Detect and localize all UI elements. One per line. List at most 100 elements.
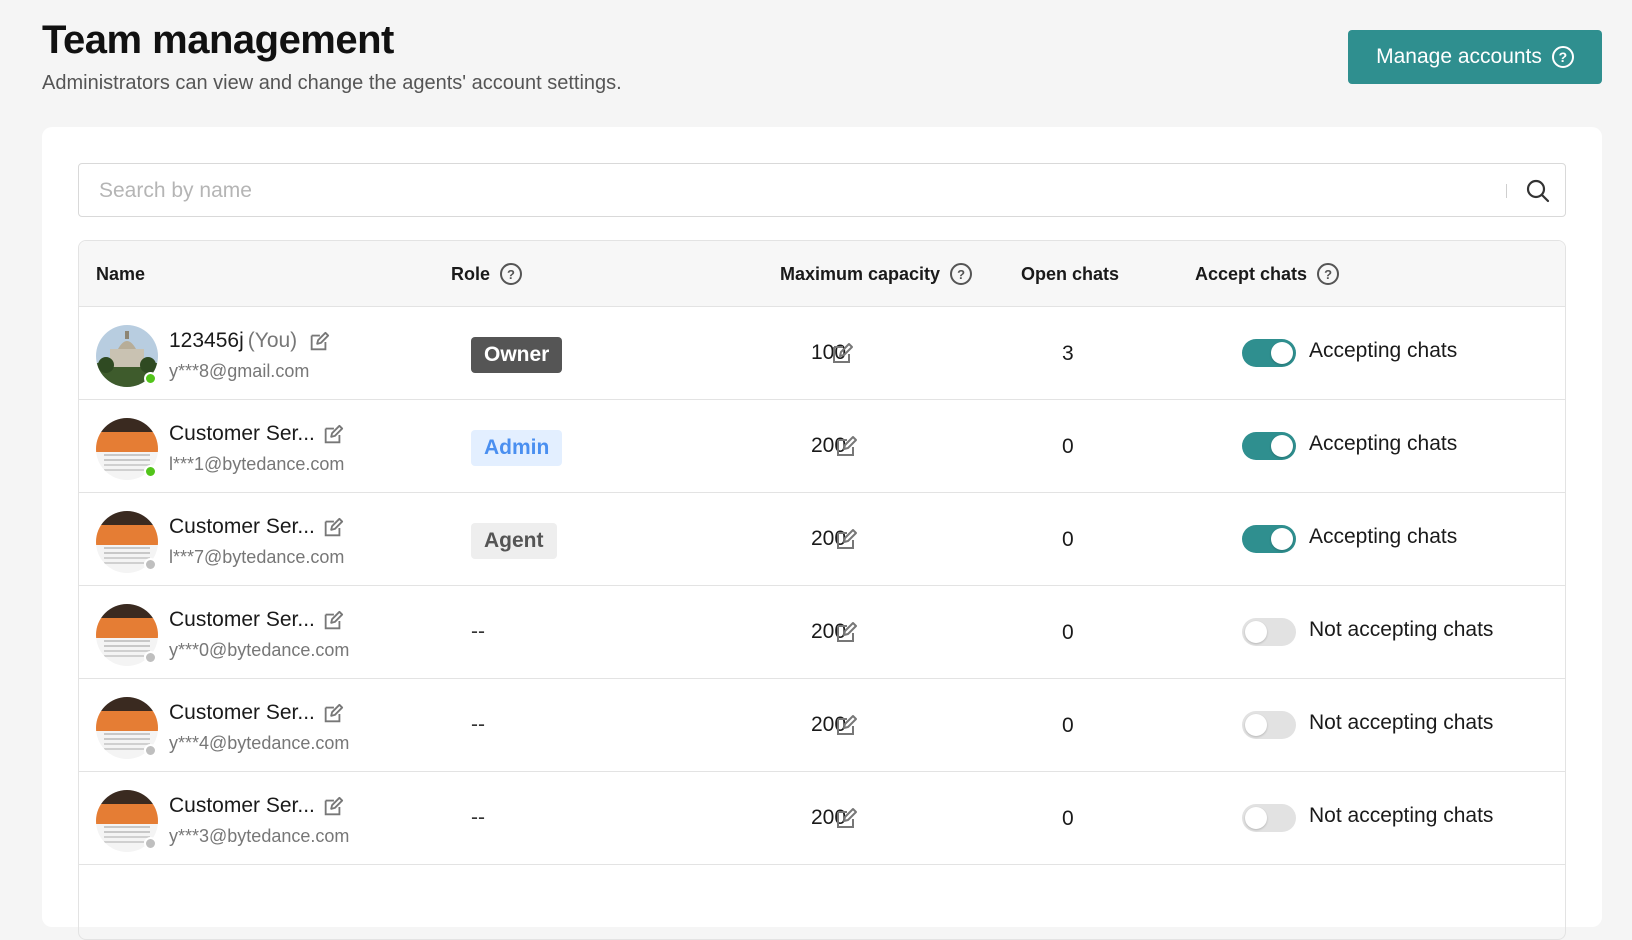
column-header-capacity: Maximum capacity ?: [780, 241, 973, 307]
open-chats-value: 0: [1062, 528, 1074, 551]
accept-chats-toggle[interactable]: [1242, 432, 1296, 460]
status-dot: [144, 837, 157, 850]
status-dot: [144, 651, 157, 664]
page-subtitle: Administrators can view and change the a…: [42, 72, 622, 94]
accept-chats-toggle[interactable]: [1242, 525, 1296, 553]
open-chats-value: 0: [1062, 714, 1074, 737]
table-row: Customer Ser... l***7@bytedance.com Agent 2…: [79, 493, 1565, 586]
agent-name: Customer Ser...: [169, 608, 315, 632]
toggle-knob: [1271, 528, 1293, 550]
accept-chats-help-icon[interactable]: ?: [1317, 263, 1340, 285]
column-open-chats-label: Open chats: [1021, 263, 1120, 284]
agent-email: y***0@bytedance.com: [169, 640, 350, 660]
table-row: Customer Ser... y***0@bytedance.com -- 200 0…: [79, 586, 1565, 679]
role-badge: Admin: [471, 430, 563, 466]
avatar: [96, 604, 158, 666]
accept-chats-label: Accepting chats: [1309, 339, 1458, 362]
open-chats-value: 0: [1062, 435, 1074, 458]
column-header-name: Name: [96, 241, 145, 307]
team-table: Name Role ? Maximum capacity ? Open chat…: [78, 240, 1566, 940]
edit-name-icon[interactable]: [322, 517, 344, 539]
accept-chats-label: Not accepting chats: [1309, 711, 1494, 734]
you-label: (You): [247, 329, 298, 352]
accept-chats-toggle[interactable]: [1242, 804, 1296, 832]
role-empty: --: [471, 620, 485, 643]
edit-capacity-icon[interactable]: [834, 714, 858, 738]
column-header-open-chats: Open chats: [1021, 241, 1119, 307]
column-capacity-label: Maximum capacity: [780, 263, 941, 284]
search-box[interactable]: [78, 163, 1566, 217]
accept-chats-label: Not accepting chats: [1309, 618, 1494, 641]
accept-chats-label: Not accepting chats: [1309, 804, 1494, 827]
agent-name: Customer Ser...: [169, 701, 315, 725]
column-accept-chats-label: Accept chats: [1195, 263, 1308, 284]
accept-chats-toggle[interactable]: [1242, 618, 1296, 646]
table-row: Customer Ser... y***4@bytedance.com -- 200 0…: [79, 679, 1565, 772]
role-empty: --: [471, 806, 485, 829]
edit-capacity-icon[interactable]: [830, 342, 854, 366]
accept-chats-toggle[interactable]: [1242, 711, 1296, 739]
column-role-label: Role: [451, 263, 491, 284]
toggle-knob: [1245, 621, 1267, 643]
status-dot: [144, 372, 157, 385]
open-chats-value: 0: [1062, 807, 1074, 830]
column-header-accept-chats: Accept chats ?: [1195, 241, 1340, 307]
manage-accounts-label: Manage accounts: [1376, 45, 1542, 68]
question-circle-icon: ?: [1551, 46, 1574, 68]
edit-name-icon[interactable]: [322, 703, 344, 725]
page-title: Team management: [42, 18, 394, 62]
avatar: [96, 790, 158, 852]
capacity-help-icon[interactable]: ?: [950, 263, 973, 285]
status-dot: [144, 744, 157, 757]
agent-name-text: Customer Ser...: [169, 422, 315, 445]
agent-name: Customer Ser...: [169, 422, 315, 446]
column-header-role: Role ?: [451, 241, 523, 307]
edit-capacity-icon[interactable]: [834, 435, 858, 459]
agent-email: y***4@bytedance.com: [169, 733, 350, 753]
accept-chats-label: Accepting chats: [1309, 525, 1458, 548]
edit-capacity-icon[interactable]: [834, 621, 858, 645]
role-badge: Owner: [471, 337, 563, 373]
manage-accounts-button[interactable]: Manage accounts ?: [1348, 30, 1602, 84]
accept-chats-label: Accepting chats: [1309, 432, 1458, 455]
agent-name: Customer Ser...: [169, 794, 315, 818]
search-icon[interactable]: [1525, 178, 1551, 204]
table-row: Customer Ser... y***3@bytedance.com -- 200 0…: [79, 772, 1565, 865]
open-chats-value: 0: [1062, 621, 1074, 644]
page-header: Team management Administrators can view …: [0, 0, 1632, 120]
edit-capacity-icon[interactable]: [834, 807, 858, 831]
search-divider: [1506, 184, 1507, 198]
role-badge: Agent: [471, 523, 557, 559]
avatar: [96, 418, 158, 480]
avatar: [96, 511, 158, 573]
status-dot: [144, 465, 157, 478]
avatar: [96, 697, 158, 759]
agent-email: y***3@bytedance.com: [169, 826, 350, 846]
team-card: Name Role ? Maximum capacity ? Open chat…: [42, 127, 1602, 940]
agent-name: 123456j (You): [169, 329, 297, 353]
agent-name-text: Customer Ser...: [169, 608, 315, 631]
edit-name-icon[interactable]: [322, 796, 344, 818]
status-dot: [144, 558, 157, 571]
toggle-knob: [1245, 714, 1267, 736]
role-help-icon[interactable]: ?: [500, 263, 523, 285]
table-row: Customer Ser... l***1@bytedance.com Admin 2…: [79, 400, 1565, 493]
agent-email: l***7@bytedance.com: [169, 547, 345, 567]
role-empty: --: [471, 713, 485, 736]
agent-name-text: Customer Ser...: [169, 794, 315, 817]
toggle-knob: [1271, 342, 1293, 364]
edit-name-icon[interactable]: [322, 424, 344, 446]
toggle-knob: [1271, 435, 1293, 457]
edit-capacity-icon[interactable]: [834, 528, 858, 552]
search-input[interactable]: [97, 176, 1477, 206]
agent-email: l***1@bytedance.com: [169, 454, 345, 474]
edit-name-icon[interactable]: [322, 610, 344, 632]
accept-chats-toggle[interactable]: [1242, 339, 1296, 367]
avatar: [96, 325, 158, 387]
column-name-label: Name: [96, 263, 146, 284]
agent-email: y***8@gmail.com: [169, 361, 310, 381]
agent-name-text: Customer Ser...: [169, 515, 315, 538]
edit-name-icon[interactable]: [308, 331, 330, 353]
toggle-knob: [1245, 807, 1267, 829]
table-row: 123456j (You) y***8@gmail.com Owner 100 3 Acce…: [79, 307, 1565, 400]
